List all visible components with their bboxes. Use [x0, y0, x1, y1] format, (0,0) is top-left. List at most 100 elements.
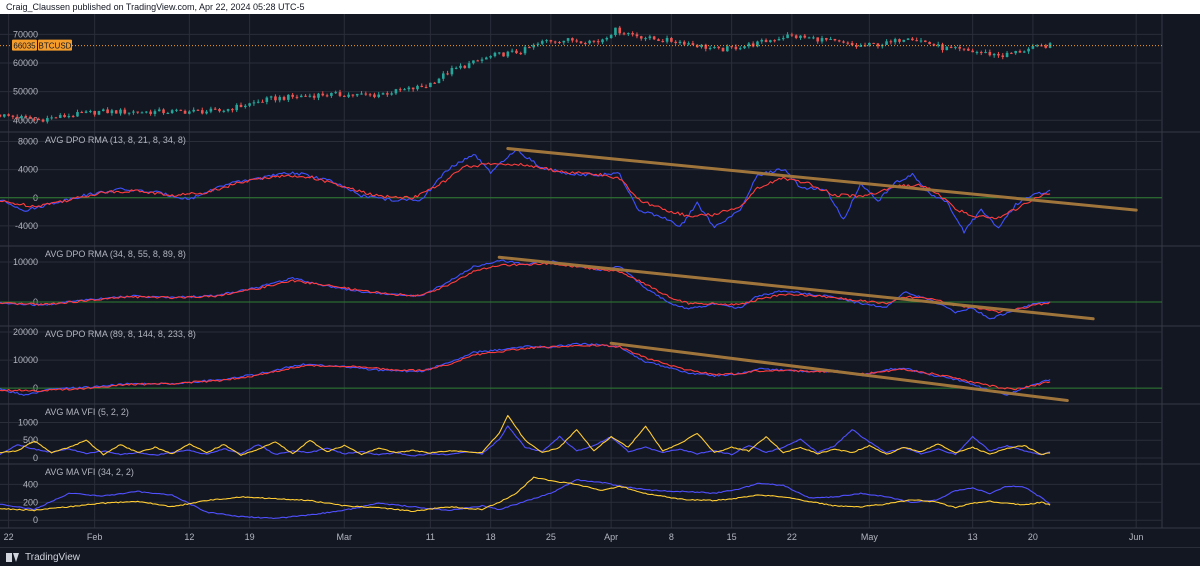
pane-1[interactable]: 4000050000600007000066035 BTCUSD: [0, 25, 1162, 125]
candle-body: [235, 104, 239, 111]
candle-body: [665, 38, 669, 42]
indicator-title[interactable]: AVG DPO RMA (89, 8, 144, 8, 233, 8): [45, 329, 196, 339]
trendline[interactable]: [497, 255, 1095, 321]
candle-body: [820, 38, 824, 42]
candle-body: [893, 39, 897, 43]
x-tick-label: 11: [426, 532, 435, 542]
candle-body: [183, 110, 187, 114]
candle-body: [37, 119, 41, 121]
candle-body: [110, 110, 114, 114]
tradingview-logo-icon[interactable]: [6, 552, 20, 562]
candle-body: [794, 35, 798, 38]
indicator-title[interactable]: AVG MA VFI (5, 2, 2): [45, 407, 129, 417]
y-tick-label: -4000: [15, 221, 38, 231]
trendline[interactable]: [506, 147, 1138, 212]
y-tick-label: 0: [33, 453, 38, 463]
pane-4[interactable]: 01000020000 AVG DPO RMA (89, 8, 144, 8, 2…: [0, 327, 1162, 403]
price-tag-label: 66035: [13, 42, 36, 51]
candle-body: [850, 43, 854, 46]
candle-body: [351, 94, 355, 96]
candle-body: [523, 47, 527, 54]
y-tick-label: 60000: [13, 58, 38, 68]
candle-body: [726, 46, 729, 52]
candle-body: [528, 47, 531, 49]
candle-body: [325, 95, 329, 97]
candle-body: [114, 110, 118, 114]
pane-3[interactable]: 010000AVG DPO RMA (34, 8, 55, 8, 89, 8): [0, 249, 1162, 321]
candle-body: [872, 42, 875, 44]
candle-body: [1027, 48, 1030, 52]
candle-body: [614, 27, 617, 36]
x-tick-label: May: [861, 532, 879, 542]
candle-body: [46, 118, 49, 122]
candle-body: [334, 92, 337, 94]
candle-body: [842, 41, 845, 43]
candle-body: [510, 50, 514, 52]
candle-body: [906, 38, 910, 40]
candle-body: [915, 40, 918, 42]
candle-body: [648, 36, 652, 39]
candle-body: [566, 38, 570, 41]
x-tick-label: Jun: [1129, 532, 1144, 542]
candle-body: [209, 108, 213, 112]
candle-body: [476, 60, 480, 62]
candle-body: [153, 111, 157, 114]
candle-body: [769, 40, 772, 43]
candle-body: [652, 36, 656, 40]
candle-body: [885, 41, 888, 45]
candle-body: [816, 37, 820, 42]
candle-body: [588, 40, 591, 44]
candle-body: [299, 95, 303, 98]
x-tick-label: 19: [245, 532, 255, 542]
candle-body: [347, 94, 350, 97]
candle-body: [317, 93, 320, 98]
x-tick-label: 22: [787, 532, 797, 542]
candle-body: [799, 35, 802, 38]
candle-body: [540, 41, 544, 44]
candle-body: [145, 111, 148, 113]
series-line: [0, 344, 1051, 392]
candle-body: [11, 115, 15, 117]
pane-2[interactable]: -4000040008000 AVG DPO RMA (13, 8, 21, 8,…: [0, 135, 1162, 234]
candle-body: [691, 43, 695, 45]
pane-5[interactable]: 05001000AVG MA VFI (5, 2, 2): [0, 407, 1162, 463]
candle-body: [502, 52, 505, 57]
candle-body: [24, 115, 28, 117]
candle-body: [196, 109, 200, 111]
candle-body: [437, 78, 441, 84]
candle-body: [89, 111, 92, 113]
candle-body: [269, 96, 273, 98]
candle-body: [459, 65, 462, 68]
x-tick-label: 15: [727, 532, 737, 542]
candle-body: [467, 63, 471, 68]
indicator-title[interactable]: AVG MA VFI (34, 2, 2): [45, 467, 134, 477]
candle-body: [911, 38, 914, 41]
candle-body: [398, 89, 402, 91]
candle-body: [287, 94, 290, 100]
candle-body: [76, 112, 79, 117]
candle-body: [1014, 51, 1017, 54]
candle-body: [609, 35, 613, 38]
indicator-title[interactable]: AVG DPO RMA (13, 8, 21, 8, 34, 8): [45, 135, 186, 145]
y-tick-label: 10000: [13, 355, 38, 365]
candle-body: [360, 93, 363, 95]
time-axis[interactable]: 22 Feb 12 19 Mar 11 18 25 Apr 8 15 22 May 13 20 Jun: [4, 532, 1144, 542]
candle-body: [256, 101, 260, 103]
candle-body: [979, 52, 983, 54]
candle-body: [446, 73, 449, 75]
indicator-title[interactable]: AVG DPO RMA (34, 8, 55, 8, 89, 8): [45, 249, 186, 259]
x-tick-label: 8: [669, 532, 674, 542]
candle-body: [497, 52, 501, 54]
candle-body: [252, 102, 256, 104]
candle-body: [713, 47, 716, 49]
chart-canvas[interactable]: 4000050000600007000066035 BTCUSD -40000400…: [0, 14, 1200, 547]
pane-6[interactable]: 0 200 400 AVG MA VFI (34, 2, 2): [0, 467, 1162, 525]
candle-body: [790, 34, 794, 36]
candle-body: [889, 41, 893, 43]
candle-body: [420, 85, 424, 87]
candle-body: [807, 37, 811, 39]
candle-body: [997, 53, 1000, 56]
candle-body: [386, 93, 389, 95]
candle-body: [244, 105, 247, 108]
trendline[interactable]: [609, 341, 1069, 403]
